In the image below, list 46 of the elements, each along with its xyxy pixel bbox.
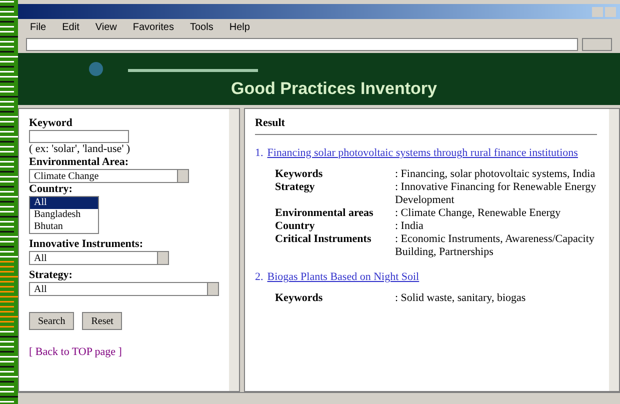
field-value: : Economic Instruments, Awareness/Capacity Building, Partnerships bbox=[395, 233, 596, 259]
item-number: 2. bbox=[255, 271, 264, 284]
result-link[interactable]: Biogas Plants Based on Night Soil bbox=[267, 271, 420, 284]
field-value: : Climate Change, Renewable Energy bbox=[395, 207, 562, 220]
field-value: : Financing, solar photovoltaic systems, India bbox=[395, 168, 596, 181]
scrollbar[interactable] bbox=[609, 109, 619, 391]
field-label: Strategy: bbox=[29, 269, 74, 282]
hint-text: ( ex: 'solar', 'land-use' ) bbox=[29, 143, 132, 156]
menu-item[interactable]: Help bbox=[229, 20, 250, 34]
list-option[interactable]: All bbox=[30, 197, 98, 209]
field-label: Country: bbox=[29, 183, 74, 196]
field-label: Environmental areas bbox=[275, 207, 374, 220]
dropdown[interactable]: Climate Change bbox=[29, 169, 189, 183]
result-heading: Result bbox=[255, 117, 597, 135]
back-link[interactable]: [ Back to TOP page ] bbox=[29, 346, 229, 359]
menu-item[interactable]: File bbox=[30, 20, 46, 34]
country-list[interactable]: All Bangladesh Bhutan bbox=[29, 196, 99, 234]
menu-item[interactable]: Favorites bbox=[132, 20, 174, 34]
form-button[interactable]: Reset bbox=[82, 312, 122, 330]
field-label: Innovative Instruments: bbox=[29, 238, 144, 251]
menu-item[interactable]: Edit bbox=[62, 20, 80, 34]
menu-item[interactable]: View bbox=[95, 20, 117, 34]
keyword-field[interactable] bbox=[29, 130, 129, 143]
field-value: : India bbox=[395, 220, 424, 233]
field-label: Strategy bbox=[275, 181, 316, 195]
list-option[interactable]: Bhutan bbox=[30, 221, 98, 233]
field-value: : Solid waste, sanitary, biogas bbox=[395, 292, 527, 305]
field-label: Keywords bbox=[275, 168, 324, 181]
list-option[interactable]: Bangladesh bbox=[30, 209, 98, 221]
go-button[interactable] bbox=[582, 38, 612, 50]
field-label: Environmental Area: bbox=[29, 156, 130, 169]
dropdown[interactable]: All bbox=[29, 251, 169, 265]
field-label: Critical Instruments bbox=[275, 233, 372, 247]
dropdown[interactable]: All bbox=[29, 282, 219, 296]
page-title: Good Practices Inventory bbox=[231, 78, 437, 100]
result-link[interactable]: Financing solar photovoltaic systems through rural finance institutions bbox=[267, 147, 578, 160]
field-label: Keywords bbox=[275, 292, 324, 305]
field-label: Country bbox=[275, 220, 316, 233]
menu-item[interactable]: Tools bbox=[190, 20, 214, 34]
item-number: 1. bbox=[255, 147, 264, 160]
scrollbar[interactable] bbox=[229, 109, 239, 391]
field-label: Keyword bbox=[29, 117, 74, 130]
globe-icon bbox=[88, 61, 104, 77]
form-button[interactable]: Search bbox=[29, 312, 74, 330]
address-field[interactable] bbox=[26, 38, 578, 50]
field-value: : Innovative Financing for Renewable Energy Development bbox=[395, 181, 597, 207]
